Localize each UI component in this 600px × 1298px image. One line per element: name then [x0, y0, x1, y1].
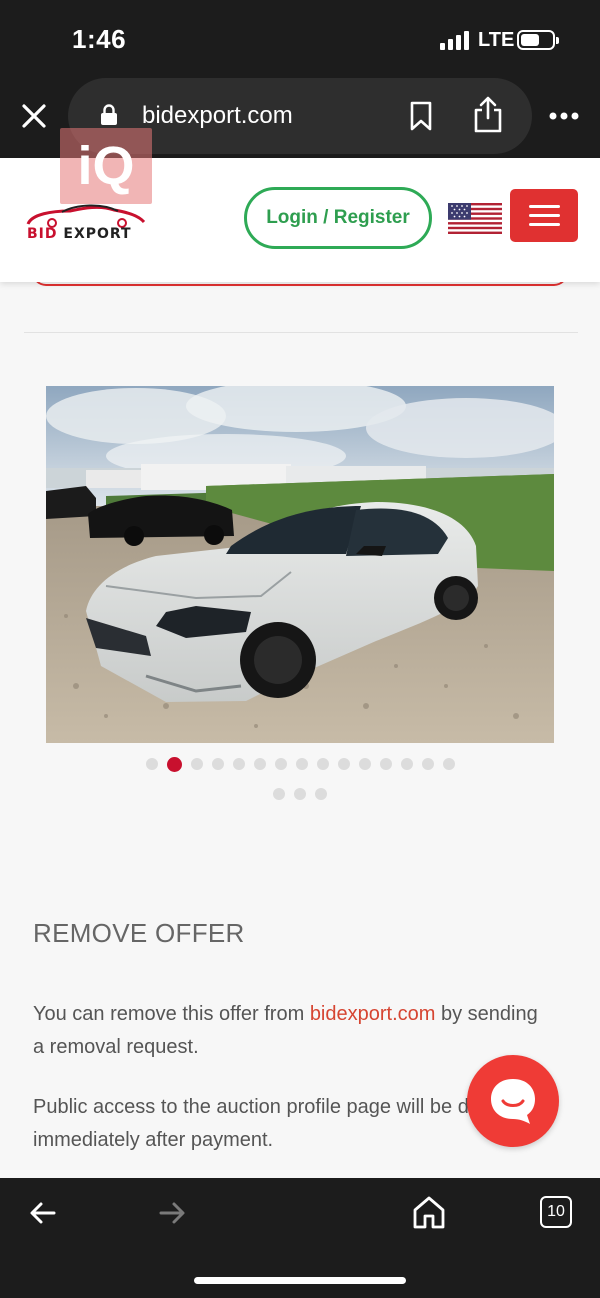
bid-export-logo[interactable]: BID EXPORT — [22, 202, 148, 242]
forward-arrow-icon[interactable] — [157, 1198, 187, 1233]
us-flag-icon[interactable] — [448, 203, 502, 234]
network-label: LTE — [478, 29, 515, 51]
gallery-dot[interactable] — [294, 787, 306, 800]
home-icon[interactable] — [412, 1194, 446, 1235]
car-logo-icon — [26, 204, 146, 228]
menu-button[interactable] — [510, 189, 578, 242]
bookmark-icon[interactable] — [408, 100, 434, 137]
gallery-dot[interactable] — [379, 758, 392, 770]
gallery-dot[interactable] — [295, 758, 308, 770]
gallery-dot[interactable] — [253, 758, 266, 770]
site-header: iQ BID EXPORT Login / Register — [0, 128, 600, 282]
lock-icon — [100, 104, 118, 131]
logo-text: BID EXPORT — [27, 226, 132, 242]
divider — [24, 332, 578, 333]
gallery-dot[interactable] — [232, 758, 245, 770]
gallery-dot[interactable] — [166, 756, 182, 772]
gallery-dot[interactable] — [273, 787, 285, 800]
gallery-dot[interactable] — [421, 758, 434, 770]
home-indicator — [194, 1277, 406, 1284]
gallery-dot[interactable] — [358, 758, 371, 770]
chat-icon — [491, 1079, 535, 1124]
gallery-dot[interactable] — [315, 787, 327, 800]
bidexport-link[interactable]: bidexport.com — [310, 1003, 436, 1025]
gallery-dot[interactable] — [211, 758, 224, 770]
close-icon[interactable] — [18, 100, 50, 132]
signal-icon — [440, 30, 469, 50]
tabs-button[interactable]: 10 — [540, 1196, 572, 1228]
gallery-dot[interactable] — [442, 758, 455, 770]
page-content: REMOVE OFFER You can remove this offer f… — [0, 282, 600, 1178]
iq-watermark: iQ — [60, 128, 152, 204]
gallery-dot[interactable] — [337, 758, 350, 770]
gallery-dot[interactable] — [274, 758, 287, 770]
remove-offer-heading: REMOVE OFFER — [33, 918, 245, 948]
gallery-pagination — [0, 756, 600, 816]
more-options-icon[interactable] — [549, 108, 579, 126]
share-icon[interactable] — [470, 94, 506, 139]
browser-toolbar: 10 — [0, 1178, 600, 1298]
vehicle-photo[interactable] — [46, 386, 554, 743]
header-underline-decoration — [32, 282, 568, 286]
gallery-dot[interactable] — [400, 758, 413, 770]
gallery-dot[interactable] — [190, 758, 203, 770]
gallery-dot[interactable] — [316, 758, 329, 770]
chat-button[interactable] — [467, 1055, 559, 1147]
status-time: 1:46 — [72, 24, 127, 54]
login-register-button[interactable]: Login / Register — [244, 187, 432, 249]
gallery-dot[interactable] — [145, 758, 158, 770]
url-text: bidexport.com — [142, 102, 293, 129]
status-bar: 1:46 LTE — [0, 0, 600, 78]
back-arrow-icon[interactable] — [28, 1198, 58, 1233]
battery-icon — [517, 30, 559, 50]
